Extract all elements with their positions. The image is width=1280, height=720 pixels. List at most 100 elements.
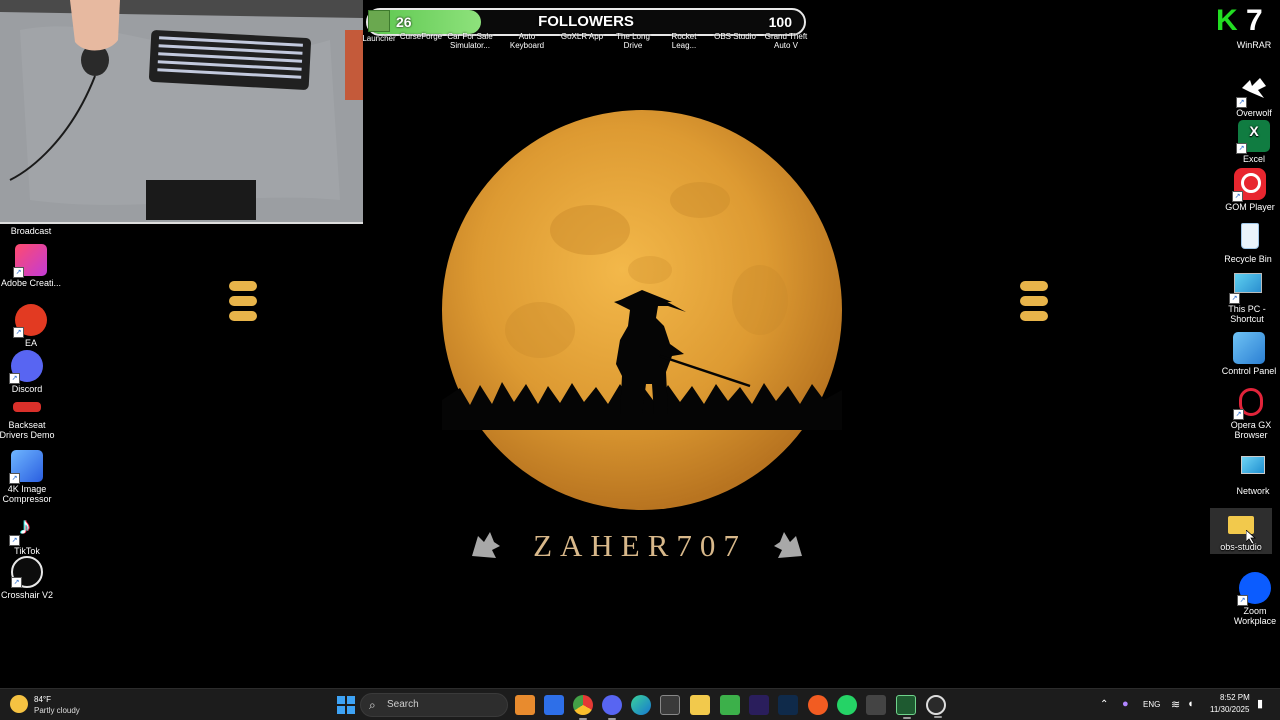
desktop-icon-label: obs-studio bbox=[1220, 542, 1262, 552]
search-label: Search bbox=[387, 699, 419, 710]
ea-icon: ↗ bbox=[13, 304, 47, 338]
desktop-icon-label: WinRAR bbox=[1236, 40, 1272, 50]
desktop-icon-label: TikTok bbox=[14, 546, 40, 556]
desktop-icon-ea[interactable]: ↗ EA bbox=[0, 304, 62, 348]
taskbar-app-photoshop[interactable] bbox=[778, 695, 798, 715]
shortcut-arrow-icon: ↗ bbox=[9, 473, 20, 484]
desktop-icon-label: CurseForge bbox=[399, 32, 443, 41]
desktop-icon-label: Grand Theft Auto V bbox=[764, 32, 808, 50]
taskbar-app-premiere[interactable] bbox=[749, 695, 769, 715]
desktop-icon-adobe-creative-cloud[interactable]: ↗ Adobe Creati... bbox=[0, 244, 62, 288]
windows-logo-icon bbox=[337, 696, 355, 714]
taskbar-app-chrome[interactable] bbox=[573, 695, 593, 720]
k7-logo-digit: 7 bbox=[1246, 4, 1263, 37]
network-icon bbox=[1237, 452, 1269, 484]
desktop-icon-crosshair-v2[interactable]: ↗ Crosshair V2 bbox=[0, 556, 58, 600]
backseat-drivers-icon bbox=[11, 398, 43, 418]
microphone-icon[interactable]: ● bbox=[1122, 698, 1129, 710]
show-hidden-icons-chevron-icon[interactable]: ⌃ bbox=[1100, 699, 1108, 710]
taskbar: 84°F Partly cloudy ⌕ Search ⌃ ● ENG ≋ ◖ … bbox=[0, 688, 1280, 720]
network-monitor-shape bbox=[1241, 456, 1265, 474]
shortcut-arrow-icon: ↗ bbox=[13, 267, 24, 278]
desktop-icon-label: Discord bbox=[11, 384, 43, 394]
desktop-icon-recycle-bin[interactable]: Recycle Bin bbox=[1217, 220, 1279, 264]
desktop-icon-network[interactable]: Network bbox=[1222, 452, 1280, 496]
desktop-icon-obs-studio[interactable]: OBS Studio bbox=[712, 32, 758, 41]
red-car-shape bbox=[13, 402, 41, 412]
taskbar-app-obs[interactable] bbox=[926, 695, 946, 718]
desktop-icon-label: OBS Studio bbox=[714, 32, 756, 41]
desktop-icon-auto-keyboard[interactable]: Auto Keyboard bbox=[504, 32, 550, 50]
taskbar-app-blue[interactable] bbox=[544, 695, 564, 715]
desktop-icon-broadcast[interactable]: Broadcast bbox=[0, 226, 62, 236]
desktop-icon-winrar[interactable]: WinRAR bbox=[1223, 40, 1280, 50]
desktop-icon-label: This PC - Shortcut bbox=[1228, 304, 1266, 324]
desktop-icon-opera-gx[interactable]: ↗ Opera GX Browser bbox=[1220, 386, 1280, 440]
shortcut-arrow-icon: ↗ bbox=[11, 577, 22, 588]
desktop-icon-launcher[interactable]: Launcher bbox=[362, 10, 396, 43]
tiktok-icon: ♪ ↗ bbox=[9, 512, 43, 546]
desktop-icon-label: Opera GX Browser bbox=[1230, 420, 1272, 440]
discord-icon: ↗ bbox=[9, 350, 43, 384]
desktop-icon-control-panel[interactable]: Control Panel bbox=[1218, 332, 1280, 376]
desktop-icon-label: Car For Sale Simulator... bbox=[447, 32, 493, 50]
desktop-icon-discord[interactable]: ↗ Discord bbox=[0, 350, 58, 394]
desktop-icon-label: Crosshair V2 bbox=[0, 590, 54, 600]
desktop-icon-tiktok[interactable]: ♪ ↗ TikTok bbox=[0, 512, 58, 556]
desktop-icon-this-pc[interactable]: ↗ This PC - Shortcut bbox=[1216, 270, 1278, 324]
desktop-icon-4k-image-compressor[interactable]: ↗ 4K Image Compressor bbox=[0, 450, 58, 504]
follower-label: FOLLOWERS bbox=[538, 13, 634, 30]
desktop-icon-obs-studio-folder[interactable]: obs-studio bbox=[1210, 508, 1272, 554]
language-indicator[interactable]: ENG bbox=[1143, 700, 1160, 709]
desktop-icon-overwolf[interactable]: ↗ Overwolf bbox=[1223, 74, 1280, 118]
taskbar-app-edge[interactable] bbox=[631, 695, 651, 715]
desktop-icon-goxlr[interactable]: GoXLR App bbox=[558, 32, 606, 41]
desktop-icon-label: Overwolf bbox=[1236, 108, 1272, 118]
k7-logo-badge: K 7 bbox=[1214, 4, 1276, 38]
taskbar-app-audition[interactable] bbox=[515, 695, 535, 715]
taskbar-app-store[interactable] bbox=[660, 695, 680, 715]
shortcut-arrow-icon: ↗ bbox=[1233, 409, 1244, 420]
desktop-icon-the-long-drive[interactable]: The Long Drive bbox=[612, 32, 654, 50]
desktop-icon-backseat-drivers[interactable]: Backseat Drivers Demo bbox=[0, 398, 58, 440]
volume-icon[interactable]: ◖ bbox=[1187, 698, 1194, 710]
desktop-icon-zoom[interactable]: ↗ Zoom Workplace bbox=[1224, 572, 1280, 626]
clock-date[interactable]: 11/30/2025 bbox=[1210, 705, 1249, 714]
start-button[interactable] bbox=[336, 695, 356, 715]
taskbar-app-terminal[interactable] bbox=[866, 695, 886, 715]
taskbar-app-minecraft[interactable] bbox=[720, 695, 740, 715]
shortcut-arrow-icon: ↗ bbox=[1229, 293, 1240, 304]
zoom-icon: ↗ bbox=[1237, 572, 1271, 606]
taskbar-app-whatsapp[interactable] bbox=[837, 695, 857, 715]
desktop-icon-car-for-sale[interactable]: Car For Sale Simulator... bbox=[446, 32, 494, 50]
taskbar-app-origin[interactable] bbox=[808, 695, 828, 715]
desktop-icon-gta-v[interactable]: Grand Theft Auto V bbox=[762, 32, 810, 50]
taskbar-app-file-explorer[interactable] bbox=[690, 695, 710, 715]
desktop-icon-excel[interactable]: X ↗ Excel bbox=[1223, 120, 1280, 164]
desktop-icon-label: EA bbox=[24, 338, 37, 348]
weather-description: Partly cloudy bbox=[34, 706, 80, 715]
tiktok-note-glyph: ♪ bbox=[19, 513, 31, 540]
taskbar-app-excel[interactable] bbox=[896, 695, 916, 719]
shortcut-arrow-icon: ↗ bbox=[9, 535, 20, 546]
excel-icon: X ↗ bbox=[1236, 120, 1270, 154]
desktop-icon-label: Backseat Drivers Demo bbox=[0, 420, 55, 440]
desktop-icon-rocket-league[interactable]: Rocket Leag... bbox=[664, 32, 704, 50]
shortcut-arrow-icon: ↗ bbox=[1232, 191, 1243, 202]
desktop-icon-curseforge[interactable]: CurseForge bbox=[398, 32, 444, 41]
clock-time[interactable]: 8:52 PM bbox=[1220, 693, 1250, 702]
desktop-icon-gom-player[interactable]: ↗ GOM Player bbox=[1219, 168, 1280, 212]
gom-player-icon: ↗ bbox=[1232, 168, 1266, 202]
k7-logo-letter: K bbox=[1216, 4, 1238, 37]
wifi-icon[interactable]: ≋ bbox=[1171, 698, 1180, 711]
taskbar-app-discord[interactable] bbox=[602, 695, 622, 720]
adobe-creative-cloud-icon: ↗ bbox=[13, 244, 47, 278]
notification-icon[interactable]: ▮ bbox=[1257, 697, 1263, 710]
taskbar-search[interactable]: ⌕ Search bbox=[360, 693, 508, 717]
excel-x-glyph: X bbox=[1249, 123, 1259, 139]
desktop-icon-label: GOM Player bbox=[1225, 202, 1275, 212]
monitor-shape bbox=[1234, 273, 1262, 293]
desktop-icon-label: 4K Image Compressor bbox=[2, 484, 52, 504]
weather-widget[interactable]: 84°F Partly cloudy bbox=[10, 693, 90, 717]
partly-cloudy-icon bbox=[10, 695, 28, 713]
